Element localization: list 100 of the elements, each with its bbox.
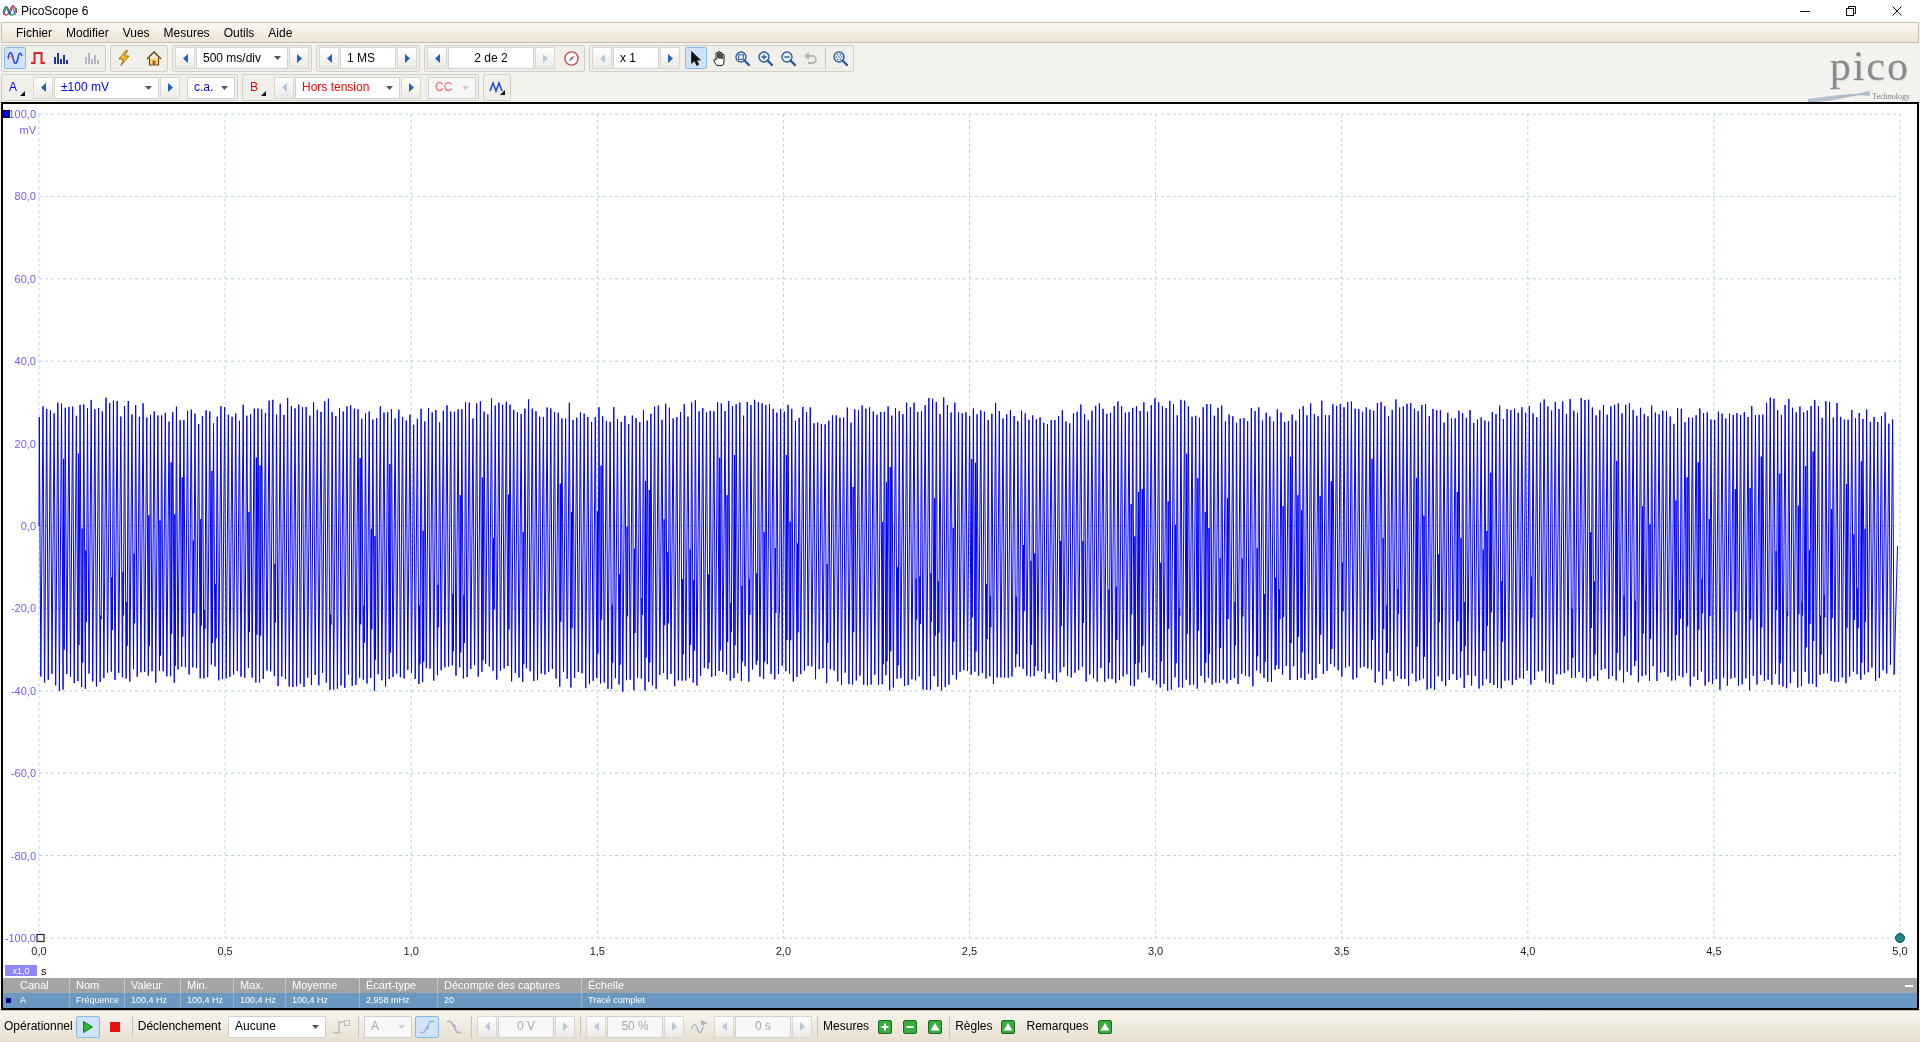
range-dropdown[interactable]: ±100 mV <box>54 76 159 99</box>
channel-marker-icon[interactable] <box>3 110 10 118</box>
coupling-dropdown[interactable]: c.a. <box>187 76 235 99</box>
expand-button[interactable] <box>926 1017 945 1036</box>
range-dropdown[interactable]: Hors tension <box>295 76 400 99</box>
axis-label: -40,0 <box>10 684 36 697</box>
left-triangle-icon <box>40 83 46 92</box>
zoom-in-icon <box>757 50 773 66</box>
menu-item[interactable]: Fichier <box>9 23 59 42</box>
axis-label: 40,0 <box>14 355 36 368</box>
minus-icon <box>903 1019 918 1034</box>
lightning-icon <box>118 50 130 66</box>
axis-label: 100,0 <box>8 108 36 120</box>
axis-label: 4,5 <box>1706 945 1722 957</box>
square-pulse-icon <box>31 52 45 64</box>
view-mode-button[interactable] <box>4 47 26 69</box>
next-button[interactable] <box>660 47 680 69</box>
panel-label: Remarques <box>1026 1019 1089 1034</box>
table-cell: 2,958 mHz <box>360 993 438 1008</box>
menu-item[interactable]: Aide <box>261 23 300 42</box>
previous-button[interactable] <box>175 47 195 69</box>
zoom-field[interactable]: x 1 <box>613 47 659 69</box>
previous-button[interactable] <box>319 47 339 69</box>
hand-icon <box>712 50 726 66</box>
corner-triangle-icon <box>20 90 25 96</box>
remove-button[interactable] <box>901 1017 920 1036</box>
axis-label: 2,5 <box>961 945 978 957</box>
next-button[interactable] <box>401 76 421 99</box>
axis-label: 60,0 <box>14 272 36 285</box>
menu-item[interactable]: Vues <box>115 23 157 42</box>
status-text: Opérationnel <box>4 1019 73 1034</box>
axis-label: -20,0 <box>10 602 36 615</box>
table-cell: Fréquence <box>70 993 125 1008</box>
expand-button[interactable] <box>1095 1017 1114 1036</box>
table-cell-text: A <box>20 994 26 1007</box>
table-cell: 20 <box>438 993 582 1008</box>
panel-label: Mesures <box>823 1019 870 1034</box>
previous-button[interactable] <box>427 47 447 69</box>
next-button[interactable] <box>160 76 180 99</box>
add-button[interactable] <box>876 1017 895 1036</box>
panel-label: Règles <box>955 1019 993 1034</box>
caret-icon <box>398 1024 406 1029</box>
sample-count-field[interactable]: 1 MS <box>340 47 396 69</box>
caret-icon <box>221 85 228 90</box>
left-triangle-icon <box>593 1022 599 1031</box>
right-triangle-icon <box>167 83 173 92</box>
axis-label: 1,0 <box>403 945 419 957</box>
triangle-up-icon <box>928 1019 943 1034</box>
right-triangle-icon <box>404 53 410 63</box>
axis-label: 3,5 <box>1334 945 1350 957</box>
triangle-up-icon <box>1097 1019 1112 1034</box>
axis-label: -80,0 <box>10 849 36 862</box>
previous-button[interactable] <box>33 76 53 99</box>
minimize-icon <box>1800 10 1810 12</box>
next-button[interactable] <box>289 47 309 69</box>
logo-tagline: Technology <box>1872 92 1910 102</box>
menu-item[interactable]: Modifier <box>59 23 116 42</box>
right-triangle-icon <box>667 53 673 63</box>
close-icon <box>1892 6 1902 16</box>
zoom-fit-icon <box>734 50 750 66</box>
square-handle-icon[interactable] <box>36 933 45 943</box>
left-triangle-icon <box>182 53 188 63</box>
triangle-up-icon <box>1001 1019 1016 1034</box>
axis-label: 20,0 <box>14 437 36 450</box>
table-cell-text: Tracé complet <box>587 994 646 1007</box>
left-triangle-icon <box>721 1022 727 1031</box>
right-triangle-icon <box>562 1022 568 1031</box>
next-button[interactable] <box>397 47 417 69</box>
zoom-out-icon <box>780 50 796 66</box>
axis-label: 1,5 <box>589 945 605 957</box>
axis-label: 80,0 <box>14 190 36 203</box>
left-triangle-icon <box>599 53 605 63</box>
bar-chart-icon <box>85 52 99 64</box>
axis-label: 5,0 <box>1892 945 1908 957</box>
axis-label: 0,5 <box>217 945 233 957</box>
caret-icon <box>386 85 393 90</box>
pointer-tool-button[interactable] <box>685 47 707 69</box>
table-cell: 100,4 Hz <box>125 993 181 1008</box>
axis-label: -100,0 <box>4 932 36 944</box>
trigger-mode-dropdown[interactable]: Aucune <box>228 1015 327 1038</box>
corner-triangle-icon <box>261 90 266 96</box>
menu-item[interactable]: Mesures <box>156 23 217 42</box>
circle-handle-icon[interactable] <box>1895 933 1905 943</box>
right-triangle-icon <box>408 83 414 92</box>
bar-chart-icon <box>54 52 68 64</box>
table-cell: 100,4 Hz <box>234 993 286 1008</box>
stop-icon <box>109 1021 120 1032</box>
expand-button[interactable] <box>999 1017 1018 1036</box>
axis-label: 3,0 <box>1147 945 1164 957</box>
channel-button[interactable]: A <box>4 76 28 99</box>
run-button[interactable] <box>75 1015 100 1038</box>
magnifier-icon <box>832 50 848 66</box>
menu-item[interactable]: Outils <box>216 23 262 42</box>
compass-icon <box>563 50 579 66</box>
axis-label: 2,0 <box>775 945 792 957</box>
timebase-dropdown[interactable]: 500 ms/div <box>196 47 288 69</box>
table-cell: 100,4 Hz <box>181 993 234 1008</box>
app-logo-icon <box>3 5 17 17</box>
buffer-field[interactable]: 2 de 2 <box>448 47 534 69</box>
swoosh-icon <box>1808 90 1871 102</box>
